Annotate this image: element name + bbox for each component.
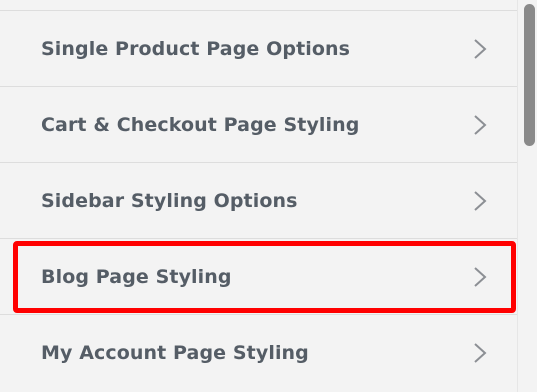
menu-item-label: Blog Page Styling xyxy=(41,265,232,288)
menu-item-my-account-page-styling[interactable]: My Account Page Styling xyxy=(0,315,517,391)
scrollbar-track xyxy=(517,0,518,392)
customizer-panel: Single Product Page Options Cart & Check… xyxy=(0,0,517,392)
chevron-right-icon xyxy=(474,114,487,135)
chevron-right-icon xyxy=(474,38,487,59)
scrollbar-thumb[interactable] xyxy=(524,4,535,146)
menu-item-cart-checkout-page-styling[interactable]: Cart & Checkout Page Styling xyxy=(0,87,517,163)
menu-item-label: My Account Page Styling xyxy=(41,342,309,364)
menu-item-single-product-page-options[interactable]: Single Product Page Options xyxy=(0,11,517,87)
chevron-right-icon xyxy=(474,190,487,211)
menu-item-sidebar-styling-options[interactable]: Sidebar Styling Options xyxy=(0,163,517,239)
menu-item-label: Sidebar Styling Options xyxy=(41,189,298,212)
menu-item-label: Cart & Checkout Page Styling xyxy=(41,113,360,136)
vertical-scrollbar[interactable] xyxy=(517,0,537,392)
menu-item-blog-page-styling[interactable]: Blog Page Styling xyxy=(0,239,517,315)
chevron-right-icon xyxy=(474,343,487,363)
chevron-right-icon xyxy=(474,266,487,287)
menu-item-label: Single Product Page Options xyxy=(41,37,351,60)
